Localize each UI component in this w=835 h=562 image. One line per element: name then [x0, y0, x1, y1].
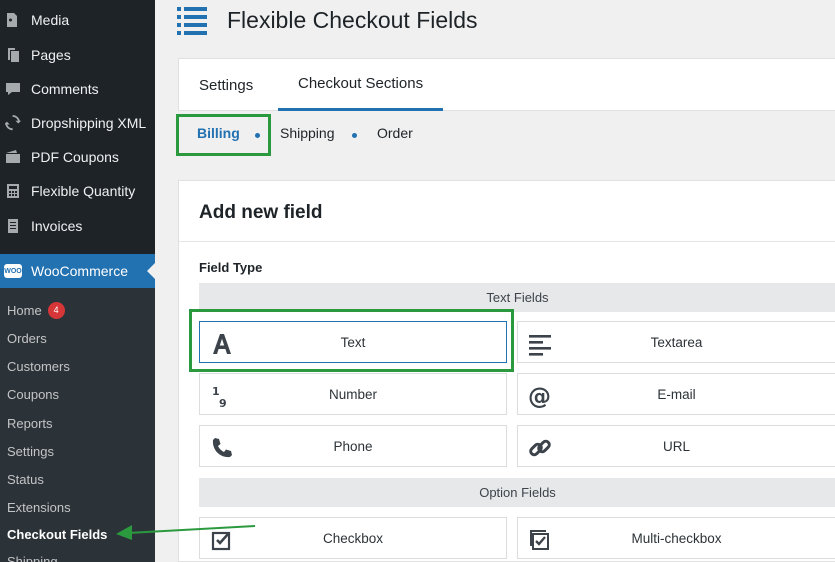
sidebar-item-pages[interactable]: Pages [0, 38, 155, 72]
field-label: E-mail [657, 386, 696, 402]
page-title: Flexible Checkout Fields [227, 6, 478, 33]
field-type-checkbox[interactable]: Checkbox [199, 517, 507, 559]
sidebar-item-label: Dropshipping XML [31, 115, 147, 131]
subtab-order[interactable]: Order [377, 125, 413, 141]
field-label: Number [328, 386, 377, 402]
divider [179, 241, 835, 242]
submenu-item-orders[interactable]: Orders [7, 324, 47, 352]
field-label: Phone [333, 438, 373, 454]
submenu-item-reports[interactable]: Reports [7, 409, 53, 437]
panel-title: Add new field [199, 202, 323, 223]
field-type-phone[interactable]: Phone [199, 425, 507, 467]
sidebar-item-invoices[interactable]: Invoices [0, 209, 155, 243]
field-type-label: Field Type [199, 260, 263, 275]
admin-sidebar: Media Pages Comments Dropshipping XML PD… [0, 0, 155, 562]
svg-text:9: 9 [219, 397, 227, 408]
coupons-icon [5, 149, 21, 165]
sidebar-item-comments[interactable]: Comments [0, 72, 155, 106]
list-icon [177, 7, 207, 35]
submenu-item-shipping[interactable]: Shipping [7, 547, 58, 562]
at-icon: @ [528, 384, 552, 408]
sidebar-item-label: PDF Coupons [31, 149, 119, 165]
sidebar-item-label: Pages [31, 47, 71, 63]
submenu-item-coupons[interactable]: Coupons [7, 380, 59, 408]
submenu-item-label: Shipping [7, 553, 58, 562]
invoice-icon [5, 218, 21, 234]
text-a-icon [210, 332, 234, 356]
section-header-text-fields: Text Fields [199, 283, 835, 312]
separator-dot [352, 133, 357, 138]
sidebar-item-label: Media [31, 12, 70, 28]
field-label: Checkbox [322, 530, 384, 546]
checkbox-icon [210, 528, 234, 552]
sidebar-item-flexible-quantity[interactable]: Flexible Quantity [0, 174, 155, 208]
notification-count-badge: 4 [47, 301, 65, 319]
tab-checkout-sections[interactable]: Checkout Sections [278, 59, 444, 111]
main-tabs: Settings Checkout Sections [178, 58, 835, 111]
field-type-number[interactable]: 19 Number [199, 373, 507, 415]
sidebar-item-label: Invoices [31, 218, 83, 234]
media-icon [5, 12, 21, 28]
link-icon [528, 436, 552, 460]
section-header-option-fields: Option Fields [199, 478, 835, 507]
phone-icon [210, 436, 234, 460]
field-type-url[interactable]: URL [517, 425, 835, 467]
number-icon: 19 [210, 384, 234, 408]
field-type-email[interactable]: @ E-mail [517, 373, 835, 415]
tab-settings[interactable]: Settings [199, 59, 253, 111]
sidebar-item-pdf-coupons[interactable]: PDF Coupons [0, 140, 155, 174]
sidebar-item-label: Flexible Quantity [31, 183, 136, 199]
calculator-icon [5, 183, 21, 199]
submenu-item-label: Home [7, 302, 42, 318]
submenu-item-label: Coupons [7, 386, 60, 402]
submenu-item-home[interactable]: Home 4 [7, 296, 65, 324]
field-type-textarea[interactable]: Textarea [517, 321, 835, 363]
submenu-item-label: Reports [7, 415, 53, 431]
comments-icon [5, 81, 21, 97]
field-label: Text [340, 334, 366, 350]
field-label: URL [662, 438, 690, 454]
sync-icon [5, 115, 21, 131]
woocommerce-icon: WOO [4, 264, 22, 278]
current-menu-arrow [147, 263, 155, 279]
tab-label: Checkout Sections [298, 75, 424, 92]
submenu-item-extensions[interactable]: Extensions [7, 493, 71, 521]
pages-icon [5, 47, 21, 63]
submenu-item-status[interactable]: Status [7, 465, 44, 493]
field-type-text[interactable]: Text [199, 321, 507, 363]
field-label: Multi-checkbox [631, 530, 722, 546]
submenu-item-customers[interactable]: Customers [7, 352, 70, 380]
submenu-item-label: Status [7, 471, 44, 487]
subtab-shipping[interactable]: Shipping [280, 125, 335, 141]
submenu-item-label: Checkout Fields [7, 526, 108, 542]
woocommerce-submenu: Home 4 Orders Customers Coupons Reports … [0, 288, 155, 562]
field-type-multi-checkbox[interactable]: Multi-checkbox [517, 517, 835, 559]
field-label: Textarea [650, 334, 703, 350]
add-new-field-panel: Add new field Field Type Text Fields Tex… [178, 180, 835, 562]
main-content: Flexible Checkout Fields Settings Checko… [155, 0, 835, 562]
separator-dot [255, 133, 260, 138]
subtab-billing[interactable]: Billing [197, 125, 240, 141]
submenu-item-label: Extensions [7, 499, 71, 515]
align-left-icon [528, 332, 552, 356]
multi-checkbox-icon [528, 528, 552, 552]
svg-text:@: @ [528, 384, 551, 408]
sidebar-item-woocommerce[interactable]: WOO WooCommerce [0, 254, 155, 288]
submenu-item-checkout-fields[interactable]: Checkout Fields [7, 520, 107, 548]
sidebar-item-label: WooCommerce [31, 263, 128, 279]
submenu-item-settings[interactable]: Settings [7, 437, 54, 465]
submenu-item-label: Settings [7, 443, 54, 459]
page-header: Flexible Checkout Fields [177, 2, 478, 38]
tab-label: Settings [199, 76, 254, 94]
submenu-item-label: Customers [7, 358, 70, 374]
sidebar-item-dropshipping[interactable]: Dropshipping XML [0, 106, 155, 140]
section-subtabs: Billing Shipping Order [178, 111, 835, 159]
sidebar-item-media[interactable]: Media [0, 3, 155, 37]
sidebar-item-label: Comments [31, 81, 99, 97]
submenu-item-label: Orders [7, 330, 47, 346]
